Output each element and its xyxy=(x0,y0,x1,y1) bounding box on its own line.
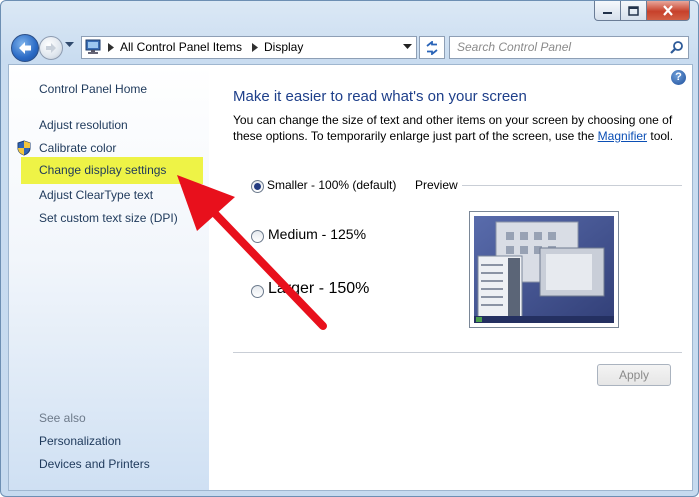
page-title: Make it easier to read what's on your sc… xyxy=(233,88,527,105)
sidebar-item-change-display-settings[interactable]: Change display settings xyxy=(21,157,203,184)
breadcrumb-all-control-panel-items[interactable]: All Control Panel Items xyxy=(120,40,242,54)
caption-buttons xyxy=(594,1,690,21)
breadcrumb-separator-icon xyxy=(108,43,114,52)
preview-image xyxy=(469,211,619,328)
forward-arrow-icon xyxy=(46,43,56,53)
desktop-preview-icon xyxy=(474,216,614,323)
option-larger-label[interactable]: Larger - 150% xyxy=(268,280,369,298)
breadcrumb-separator-icon xyxy=(252,43,258,52)
magnifier-link[interactable]: Magnifier xyxy=(598,129,647,143)
maximize-icon xyxy=(628,5,639,16)
radio-larger[interactable] xyxy=(251,285,264,298)
back-arrow-icon xyxy=(19,42,31,54)
control-panel-window: All Control Panel Items Display Search C… xyxy=(0,0,699,497)
refresh-icon xyxy=(426,40,438,55)
sidebar-item-set-custom-text-size[interactable]: Set custom text size (DPI) xyxy=(39,211,178,225)
forward-button[interactable] xyxy=(39,36,63,60)
maximize-button[interactable] xyxy=(621,1,647,21)
see-also-devices-and-printers-link[interactable]: Devices and Printers xyxy=(39,457,150,471)
sidebar-item-adjust-resolution[interactable]: Adjust resolution xyxy=(39,118,128,132)
content-area: Control Panel Home Adjust resolution Cal… xyxy=(8,64,693,491)
recent-pages-dropdown-icon[interactable] xyxy=(65,42,74,48)
see-also-heading: See also xyxy=(39,411,86,425)
back-button[interactable] xyxy=(11,34,39,62)
address-dropdown-icon[interactable] xyxy=(403,44,412,50)
control-panel-icon xyxy=(85,39,101,54)
preview-separator xyxy=(462,185,682,186)
see-also-personalization-link[interactable]: Personalization xyxy=(39,434,121,448)
search-box[interactable]: Search Control Panel xyxy=(449,36,689,59)
option-smaller-label[interactable]: Smaller - 100% (default) xyxy=(267,178,396,192)
title-bar xyxy=(1,1,698,31)
search-icon[interactable] xyxy=(670,40,684,54)
radio-smaller[interactable] xyxy=(251,180,264,193)
option-medium-label[interactable]: Medium - 125% xyxy=(268,226,366,242)
control-panel-home-link[interactable]: Control Panel Home xyxy=(39,82,147,96)
preview-label: Preview xyxy=(415,178,458,192)
radio-medium[interactable] xyxy=(251,230,264,243)
page-description: You can change the size of text and othe… xyxy=(233,112,678,144)
address-bar[interactable]: All Control Panel Items Display xyxy=(81,36,417,59)
search-placeholder: Search Control Panel xyxy=(457,40,572,54)
minimize-button[interactable] xyxy=(594,1,621,21)
close-icon xyxy=(663,5,673,16)
close-button[interactable] xyxy=(647,1,690,21)
description-tail: tool. xyxy=(650,129,674,143)
minimize-icon xyxy=(603,11,612,14)
refresh-button[interactable] xyxy=(419,36,445,59)
sidebar-item-adjust-cleartype-text[interactable]: Adjust ClearType text xyxy=(39,188,153,202)
main-panel: ? Make it easier to read what's on your … xyxy=(209,65,692,490)
sidebar-item-calibrate-color[interactable]: Calibrate color xyxy=(39,141,116,155)
apply-button[interactable]: Apply xyxy=(597,364,671,386)
uac-shield-icon xyxy=(17,140,31,156)
help-icon[interactable]: ? xyxy=(671,70,686,85)
content-divider xyxy=(233,352,682,353)
navigation-bar: All Control Panel Items Display Search C… xyxy=(1,31,698,63)
task-pane: Control Panel Home Adjust resolution Cal… xyxy=(9,65,209,490)
breadcrumb-display[interactable]: Display xyxy=(264,40,303,54)
